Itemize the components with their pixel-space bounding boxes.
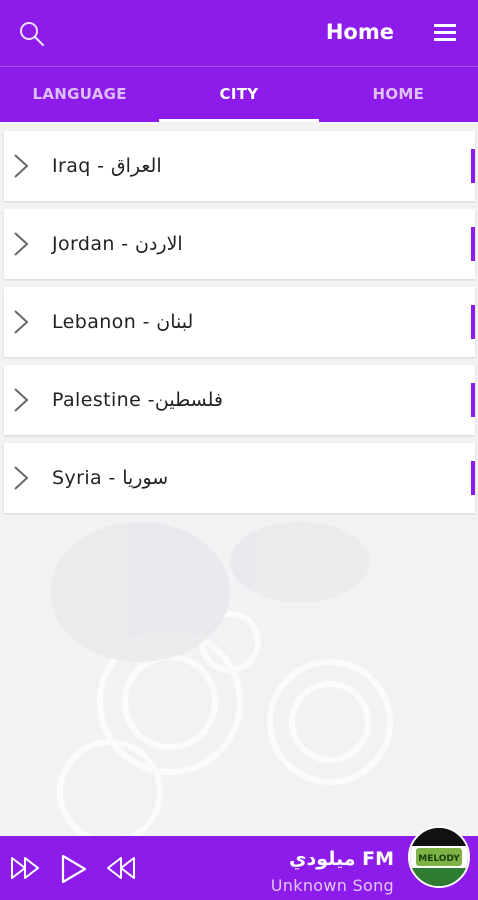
list-item-label: Syria - سوريا (52, 467, 169, 489)
list-item-label: Jordan - الاردن (52, 233, 183, 255)
list-item-accent (471, 461, 475, 495)
list-item-accent (471, 149, 475, 183)
list-item-label: Lebanon - لبنان (52, 311, 194, 333)
play-icon[interactable] (60, 854, 88, 884)
list-item-iraq[interactable]: Iraq - العراق (4, 131, 475, 201)
fast-forward-icon[interactable] (10, 856, 42, 880)
search-icon[interactable] (18, 20, 46, 48)
chevron-right-icon (14, 232, 29, 256)
city-list-panel: Iraq - العراق Jordan - الاردن Lebanon - … (0, 122, 478, 836)
station-name: ميلودي FM (289, 848, 394, 870)
tab-label: LANGUAGE (32, 85, 127, 103)
song-title: Unknown Song (270, 876, 394, 895)
now-playing-bar: ميلودي FM Unknown Song MELODY (0, 826, 478, 900)
tab-bar: LANGUAGE CITY HOME (0, 67, 478, 122)
svg-text:MELODY: MELODY (418, 854, 460, 864)
list-item-label: Palestine -فلسطين (52, 389, 223, 411)
list-item-accent (471, 383, 475, 417)
rewind-icon[interactable] (104, 856, 136, 880)
tab-label: CITY (219, 85, 259, 103)
list-item-accent (471, 305, 475, 339)
list-item-jordan[interactable]: Jordan - الاردن (4, 209, 475, 279)
list-item-lebanon[interactable]: Lebanon - لبنان (4, 287, 475, 357)
page-title: Home (325, 20, 394, 44)
list-item-syria[interactable]: Syria - سوريا (4, 443, 475, 513)
list-item-accent (471, 227, 475, 261)
list-item-palestine[interactable]: Palestine -فلسطين (4, 365, 475, 435)
tab-label: HOME (372, 85, 425, 103)
chevron-right-icon (14, 388, 29, 412)
chevron-right-icon (14, 466, 29, 490)
chevron-right-icon (14, 154, 29, 178)
city-list: Iraq - العراق Jordan - الاردن Lebanon - … (4, 131, 475, 521)
hamburger-menu-icon[interactable] (432, 22, 458, 44)
tab-language[interactable]: LANGUAGE (0, 67, 159, 122)
tab-city[interactable]: CITY (159, 67, 319, 122)
chevron-right-icon (14, 310, 29, 334)
app-bar: Home (0, 0, 478, 67)
station-logo[interactable]: MELODY (408, 826, 470, 888)
tab-home[interactable]: HOME (319, 67, 478, 122)
list-item-label: Iraq - العراق (52, 155, 162, 177)
